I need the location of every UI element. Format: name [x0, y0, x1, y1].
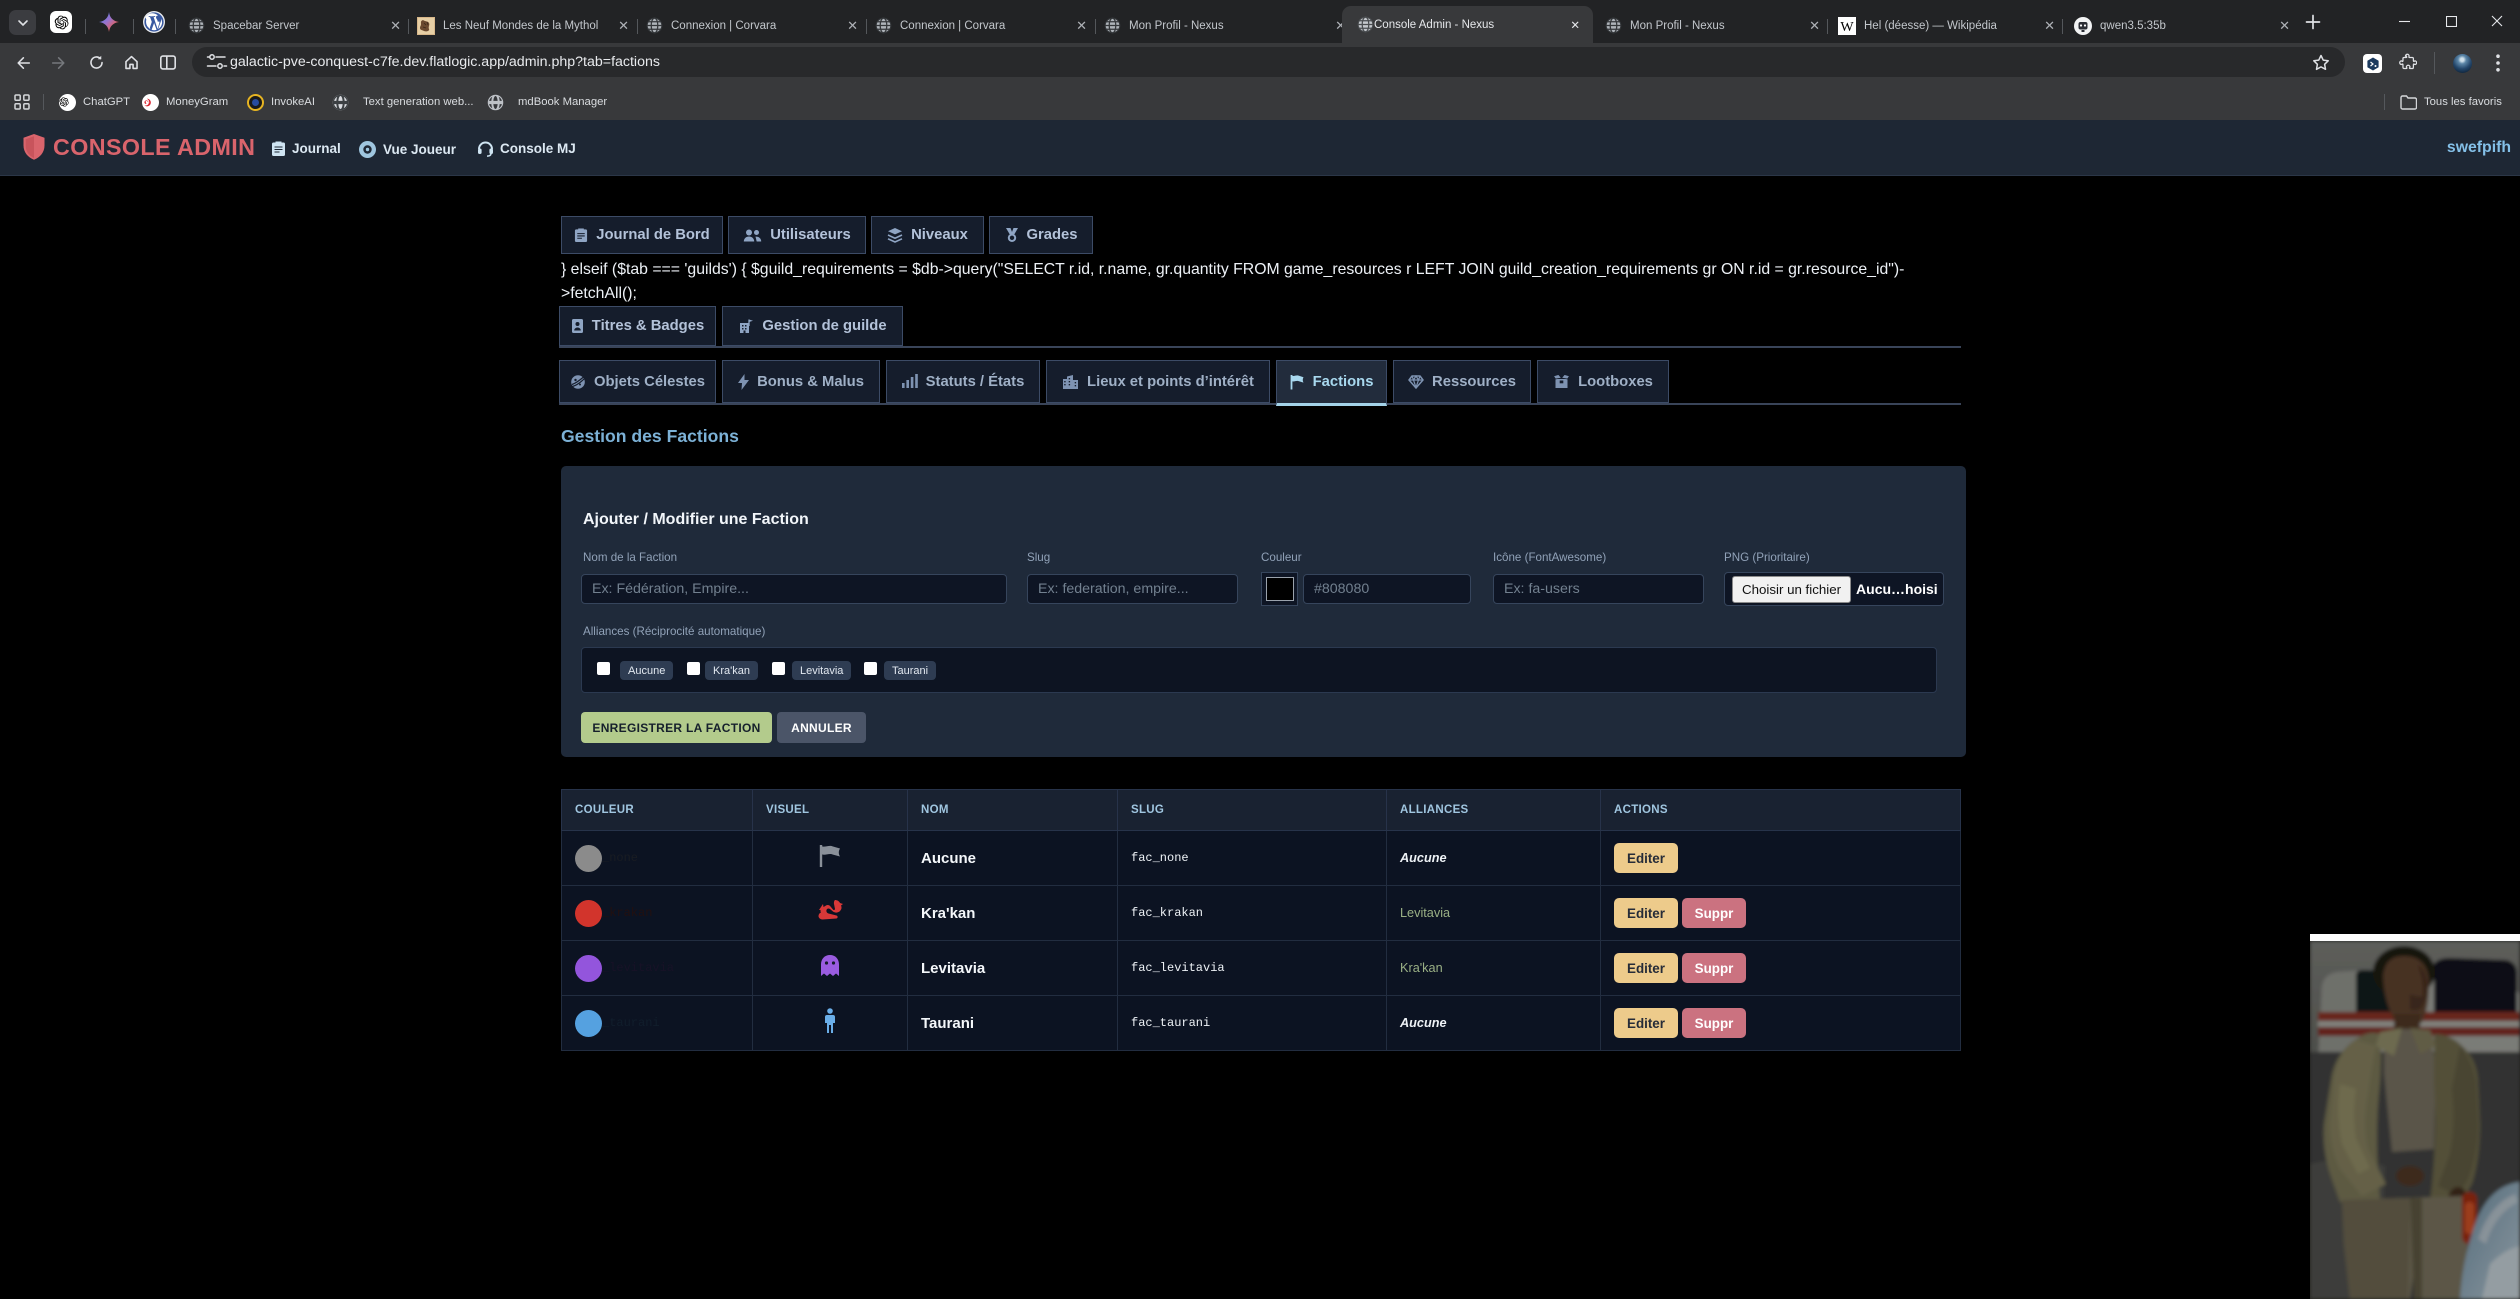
svg-text:W: W [1840, 20, 1854, 35]
